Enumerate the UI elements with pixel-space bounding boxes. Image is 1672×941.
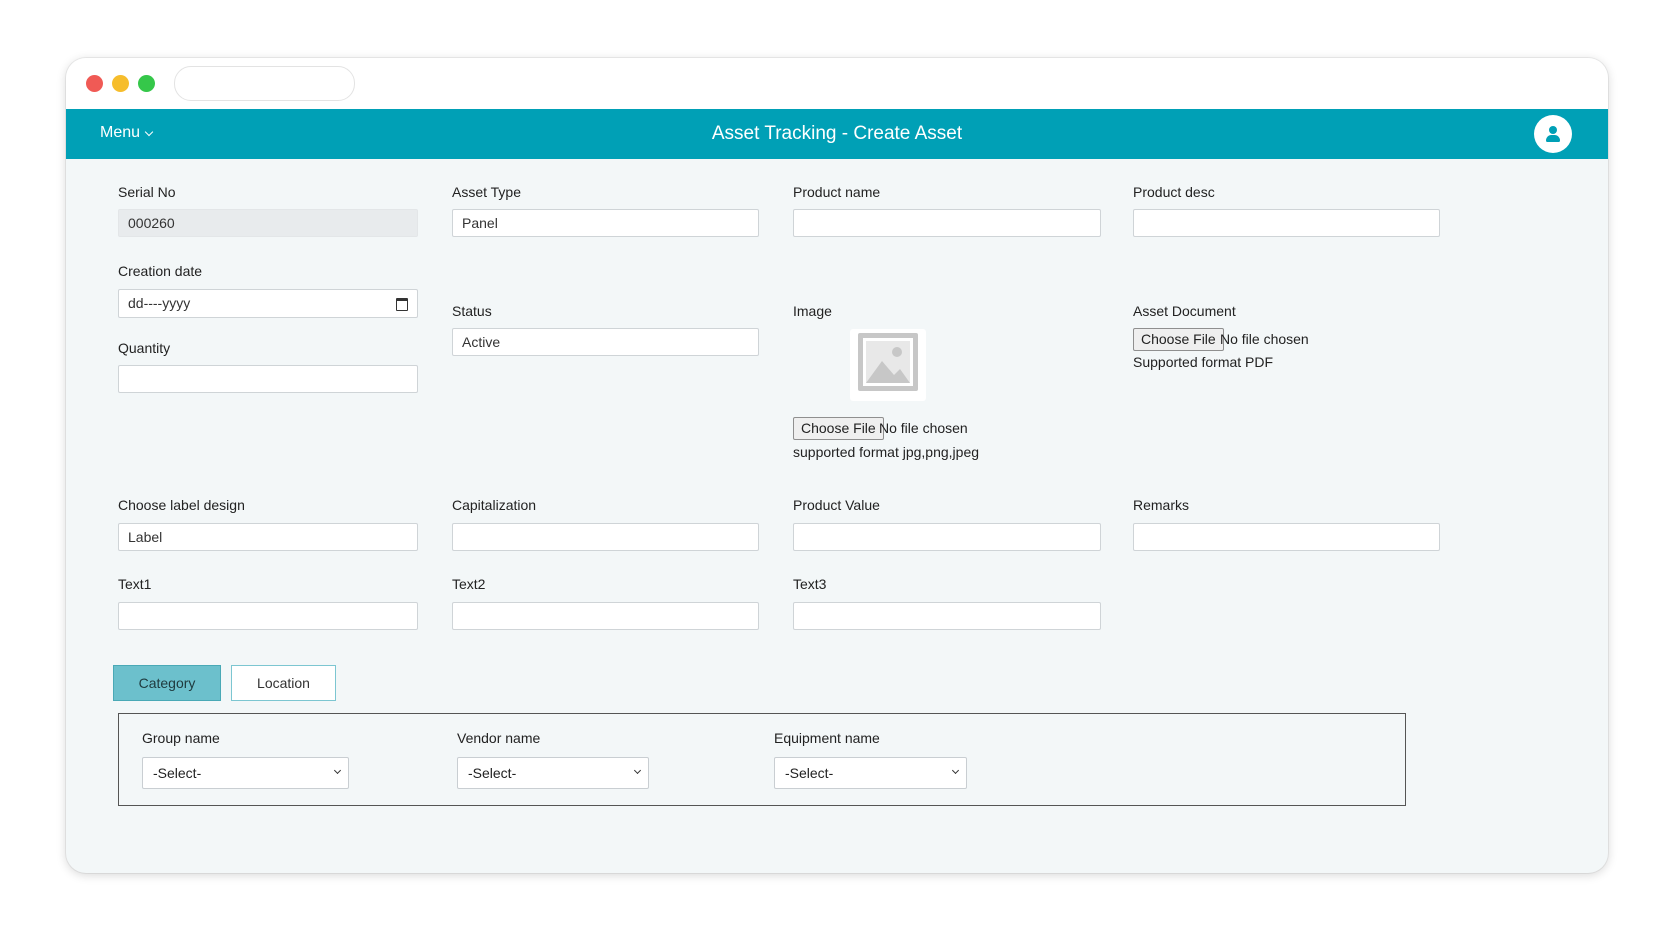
- user-icon: [1549, 126, 1557, 134]
- product-value-label: Product Value: [793, 497, 880, 513]
- document-choose-file-button[interactable]: Choose File: [1133, 328, 1224, 351]
- creation-date-value: dd----yyyy: [128, 295, 191, 311]
- group-name-selected: -Select-: [153, 765, 202, 781]
- chevron-down-icon: [633, 766, 642, 775]
- text3-label: Text3: [793, 576, 827, 592]
- serial-no-label: Serial No: [118, 184, 176, 200]
- group-name-label: Group name: [142, 730, 220, 746]
- image-placeholder-icon: [858, 333, 918, 391]
- asset-type-field[interactable]: Panel: [452, 209, 759, 237]
- chevron-down-icon: [951, 766, 960, 775]
- creation-date-field[interactable]: dd----yyyy: [118, 289, 418, 318]
- title-bar: [66, 58, 1608, 109]
- product-name-label: Product name: [793, 184, 881, 200]
- equipment-name-label: Equipment name: [774, 730, 880, 746]
- document-format-note: Supported format PDF: [1133, 354, 1274, 370]
- text1-field[interactable]: [118, 602, 418, 630]
- equipment-name-selected: -Select-: [785, 765, 834, 781]
- image-format-note: supported format jpg,png,jpeg: [793, 444, 980, 460]
- product-value-field[interactable]: [793, 523, 1101, 551]
- tab-category[interactable]: Category: [113, 665, 221, 701]
- vendor-name-label: Vendor name: [457, 730, 541, 746]
- status-field[interactable]: Active: [452, 328, 759, 356]
- product-name-field[interactable]: [793, 209, 1101, 237]
- minimize-window-button[interactable]: [112, 75, 129, 92]
- zoom-window-button[interactable]: [138, 75, 155, 92]
- group-name-select[interactable]: -Select-: [142, 757, 349, 789]
- tab-location[interactable]: Location: [231, 665, 336, 701]
- capitalization-field[interactable]: [452, 523, 759, 551]
- vendor-name-select[interactable]: -Select-: [457, 757, 649, 789]
- close-window-button[interactable]: [86, 75, 103, 92]
- calendar-icon[interactable]: [396, 298, 408, 311]
- category-panel: Group name -Select- Vendor name -Select-…: [118, 713, 1406, 806]
- quantity-field[interactable]: [118, 365, 418, 393]
- remarks-field[interactable]: [1133, 523, 1440, 551]
- image-preview: [850, 329, 926, 401]
- asset-document-label: Asset Document: [1133, 303, 1236, 319]
- image-label: Image: [793, 303, 832, 319]
- status-label: Status: [452, 303, 492, 319]
- image-file-status: No file chosen: [879, 420, 968, 436]
- asset-type-label: Asset Type: [452, 184, 522, 200]
- serial-no-field: 000260: [118, 209, 418, 237]
- vendor-name-selected: -Select-: [468, 765, 517, 781]
- product-desc-field[interactable]: [1133, 209, 1440, 237]
- address-bar[interactable]: [174, 66, 355, 101]
- label-design-field[interactable]: Label: [118, 523, 418, 551]
- app-header: Menu Asset Tracking - Create Asset: [66, 109, 1608, 159]
- equipment-name-select[interactable]: -Select-: [774, 757, 967, 789]
- document-file-status: No file chosen: [1220, 331, 1309, 347]
- quantity-label: Quantity: [118, 340, 171, 356]
- text3-field[interactable]: [793, 602, 1101, 630]
- browser-window: Menu Asset Tracking - Create Asset Seria…: [66, 58, 1608, 873]
- creation-date-label: Creation date: [118, 263, 203, 279]
- remarks-label: Remarks: [1133, 497, 1190, 513]
- text1-label: Text1: [118, 576, 152, 592]
- user-avatar[interactable]: [1534, 115, 1572, 153]
- text2-label: Text2: [452, 576, 486, 592]
- label-design-label: Choose label design: [118, 497, 245, 513]
- page-title: Asset Tracking - Create Asset: [711, 123, 963, 144]
- product-desc-label: Product desc: [1133, 184, 1215, 200]
- chevron-down-icon: [333, 766, 342, 775]
- text2-field[interactable]: [452, 602, 759, 630]
- image-choose-file-button[interactable]: Choose File: [793, 417, 884, 440]
- capitalization-label: Capitalization: [452, 497, 537, 513]
